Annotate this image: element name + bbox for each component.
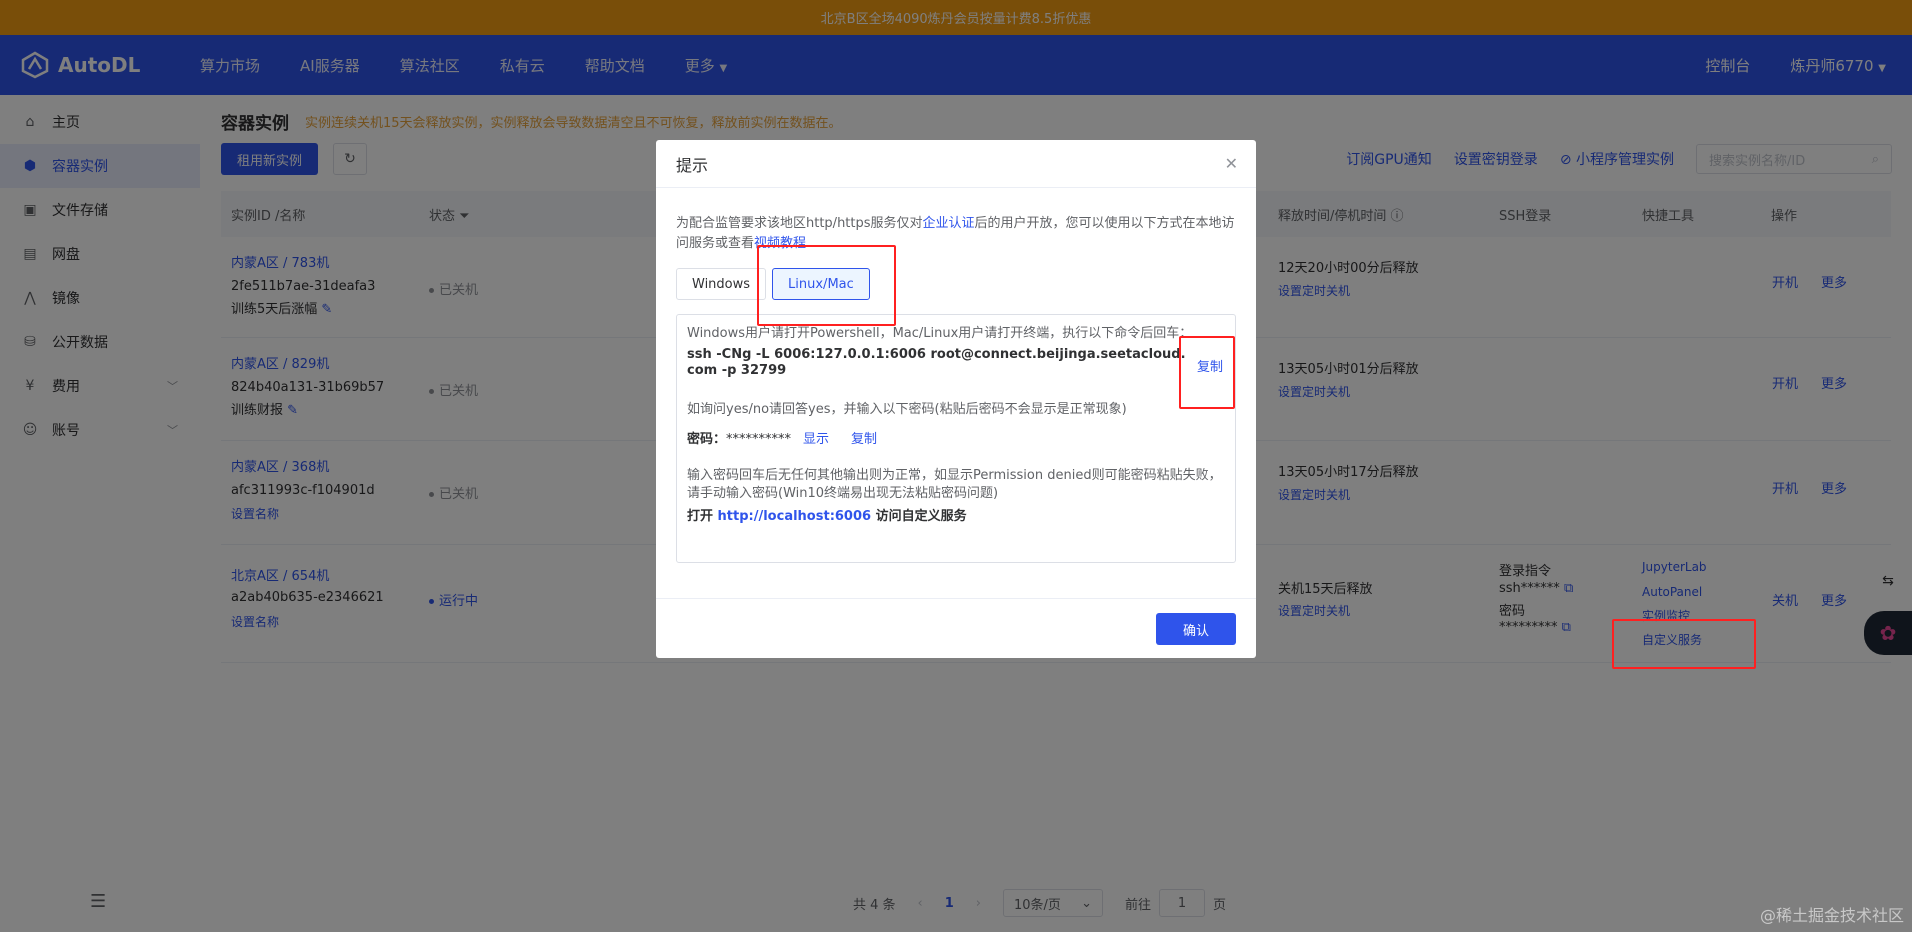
password-row: 密码：********** 显示 复制 (687, 431, 1225, 449)
password-value: ********** (726, 432, 792, 447)
watermark: @稀土掘金技术社区 (1759, 906, 1904, 925)
tip-dialog: 提示 ✕ 为配合监管要求该地区http/https服务仅对企业认证后的用户开放，… (656, 140, 1256, 658)
dialog-footer: 确认 (656, 598, 1256, 658)
permission-note: 输入密码回车后无任何其他输出则为正常，如显示Permission denied则… (687, 468, 1222, 501)
enterprise-cert-link[interactable]: 企业认证 (923, 216, 975, 231)
confirm-button[interactable]: 确认 (1156, 613, 1236, 645)
copy-password-button[interactable]: 复制 (851, 432, 877, 447)
yes-hint: 如询问yes/no请回答yes，并输入以下密码(粘贴后密码不会显示是正常现象) (687, 402, 1127, 417)
password-label: 密码： (687, 432, 727, 447)
annotation-box-linux-tab (757, 245, 896, 326)
annotation-box-copy (1179, 336, 1235, 409)
instruction-text: Windows用户请打开Powershell，Mac/Linux用户请打开终端，… (687, 326, 1193, 341)
dialog-title: 提示 (676, 155, 709, 175)
open-service-row: 打开 http://localhost:6006 访问自定义服务 (687, 508, 1225, 526)
open-post: 访问自定义服务 (875, 509, 967, 524)
annotation-box-custom-service (1612, 619, 1756, 669)
dialog-header: 提示 ✕ (656, 140, 1256, 188)
localhost-link[interactable]: http://localhost:6006 (718, 509, 872, 524)
instruction-box: Windows用户请打开Powershell，Mac/Linux用户请打开终端，… (676, 314, 1236, 563)
intro-text: 为配合监管要求该地区http/https服务仅对 (676, 216, 923, 231)
show-password-button[interactable]: 显示 (803, 432, 829, 447)
open-pre: 打开 (687, 509, 714, 524)
close-icon[interactable]: ✕ (1225, 154, 1238, 173)
tab-windows[interactable]: Windows (676, 268, 767, 300)
ssh-command: ssh -CNg -L 6006:127.0.0.1:6006 root@con… (687, 347, 1186, 378)
